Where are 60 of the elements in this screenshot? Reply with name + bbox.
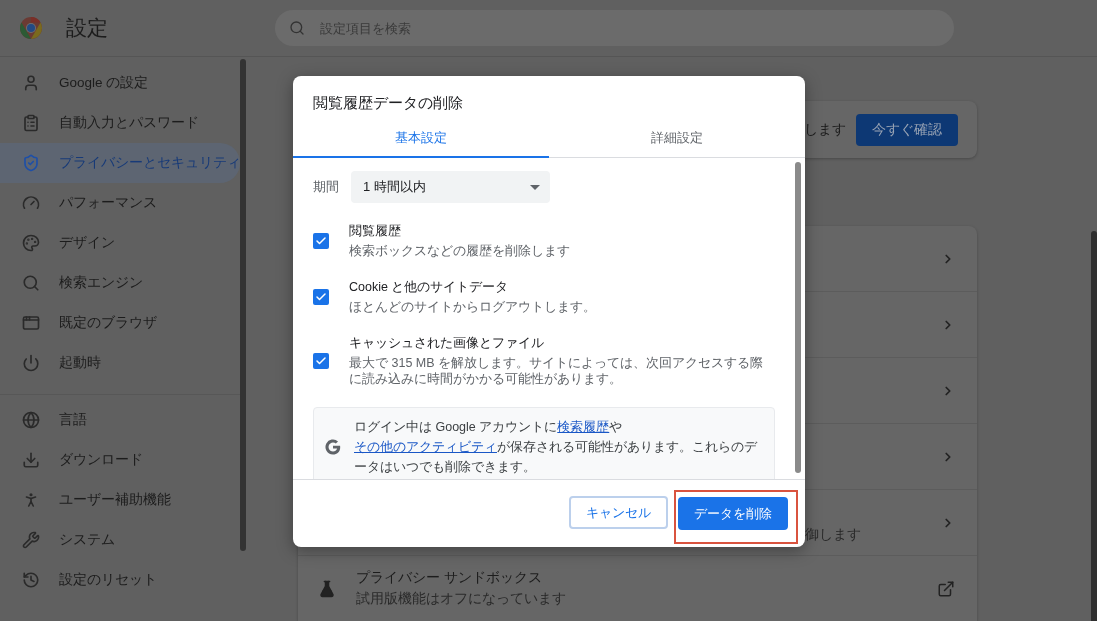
delete-data-button[interactable]: データを削除 [678,497,788,530]
sidebar-item[interactable]: ダウンロード [0,440,240,480]
person-icon [22,74,40,92]
row-subtitle: 御します [805,525,861,544]
browser-logo-icon [19,16,43,40]
tab[interactable]: 詳細設定 [549,120,805,158]
power-icon [22,354,40,372]
clipboard-icon [22,114,40,132]
sidebar-item[interactable]: プライバシーとセキュリティ [0,143,240,183]
flask-icon [318,579,336,598]
sidebar-item[interactable]: 検索エンジン [0,263,240,303]
card-text: します [804,120,846,139]
sidebar-item[interactable]: Google の設定 [0,63,240,103]
search-icon [22,274,40,292]
gauge-icon [22,194,40,212]
scrollbar[interactable] [1091,231,1097,621]
palette-icon [22,234,40,252]
letter-g-icon [324,438,342,456]
period-dropdown[interactable]: 1 時間以内 [351,171,550,203]
field-label: 期間 [313,178,339,196]
check-now-button[interactable]: 今すぐ確認 [856,113,958,146]
shield-icon [22,154,40,172]
option-description: 最大で 315 MB を解放します。サイトによっては、次回アクセスする際に読み込みに時間がかかる可能性があります。 [349,355,765,387]
cancel-button[interactable]: キャンセル [569,496,668,529]
check-icon [315,235,327,247]
sidebar-item[interactable]: 起動時 [0,343,240,383]
row-subtitle: 試用版機能はオフになっています [356,590,566,608]
checkbox[interactable] [313,289,329,305]
history-icon [22,571,40,589]
wrench-icon [22,531,40,549]
check-icon [315,291,327,303]
sidebar-item[interactable]: 既定のブラウザ [0,303,240,343]
external-link-icon[interactable] [937,579,955,598]
option-description: 検索ボックスなどの履歴を削除します [349,243,570,259]
search-icon [289,20,305,36]
checkbox[interactable] [313,353,329,369]
sidebar-item[interactable]: 言語 [0,400,240,440]
dialog-title: 閲覧履歴データの削除 [313,94,464,113]
row-title: プライバシー サンドボックス [356,569,543,587]
globe-icon [22,411,40,429]
option-title: Cookie と他のサイトデータ [349,279,510,295]
text-link[interactable]: その他のアクティビティ [354,440,497,454]
tab[interactable]: 基本設定 [293,120,549,158]
scrollbar[interactable] [795,162,801,473]
sidebar-item[interactable]: システム [0,520,240,560]
option-description: ほとんどのサイトからログアウトします。 [349,299,596,315]
download-icon [22,451,40,469]
sidebar-item[interactable]: デザイン [0,223,240,263]
checkbox[interactable] [313,233,329,249]
check-icon [315,355,327,367]
info-text: ログイン中は Google アカウントに検索履歴や その他のアクティビティが保存される可能性があります。これらのデータはいつでも削除できます。 [354,419,758,476]
page-title: 設定 [66,15,109,41]
browser-window-icon [22,314,40,332]
option-title: 閲覧履歴 [349,223,402,239]
scrollbar[interactable] [240,59,246,551]
dropdown-caret-icon [530,184,540,190]
sidebar-item[interactable]: 設定のリセット [0,560,240,600]
sidebar-item[interactable]: 自動入力とパスワード [0,103,240,143]
option-title: キャッシュされた画像とファイル [349,335,545,351]
text-link[interactable]: 検索履歴 [557,420,610,434]
